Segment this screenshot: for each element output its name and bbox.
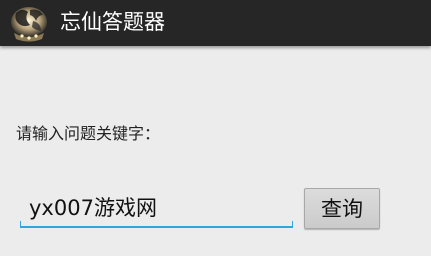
app-screen: 忘仙答题器 请输入问题关键字： 查询	[0, 0, 431, 256]
action-bar: 忘仙答题器	[0, 0, 431, 46]
app-title: 忘仙答题器	[60, 10, 165, 34]
keyword-field[interactable]	[20, 190, 293, 228]
query-button[interactable]: 查询	[304, 188, 380, 229]
game-logo-icon	[8, 3, 50, 43]
keyword-input[interactable]	[20, 190, 293, 224]
input-underline	[20, 221, 293, 228]
keyword-prompt-label: 请输入问题关键字：	[16, 124, 161, 143]
